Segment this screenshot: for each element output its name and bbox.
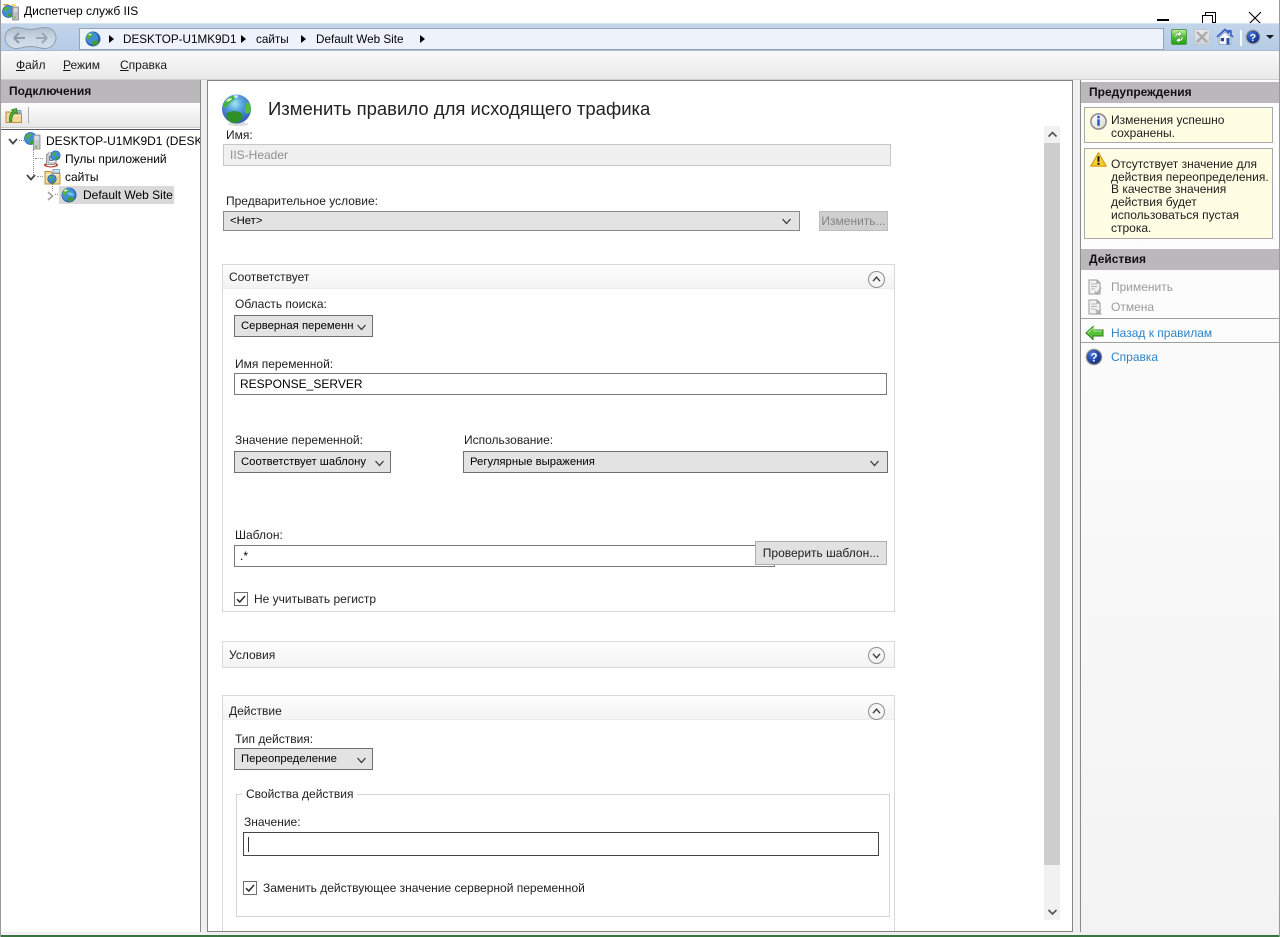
svg-text:?: ?: [1090, 352, 1097, 364]
svg-text:?: ?: [1250, 32, 1256, 44]
